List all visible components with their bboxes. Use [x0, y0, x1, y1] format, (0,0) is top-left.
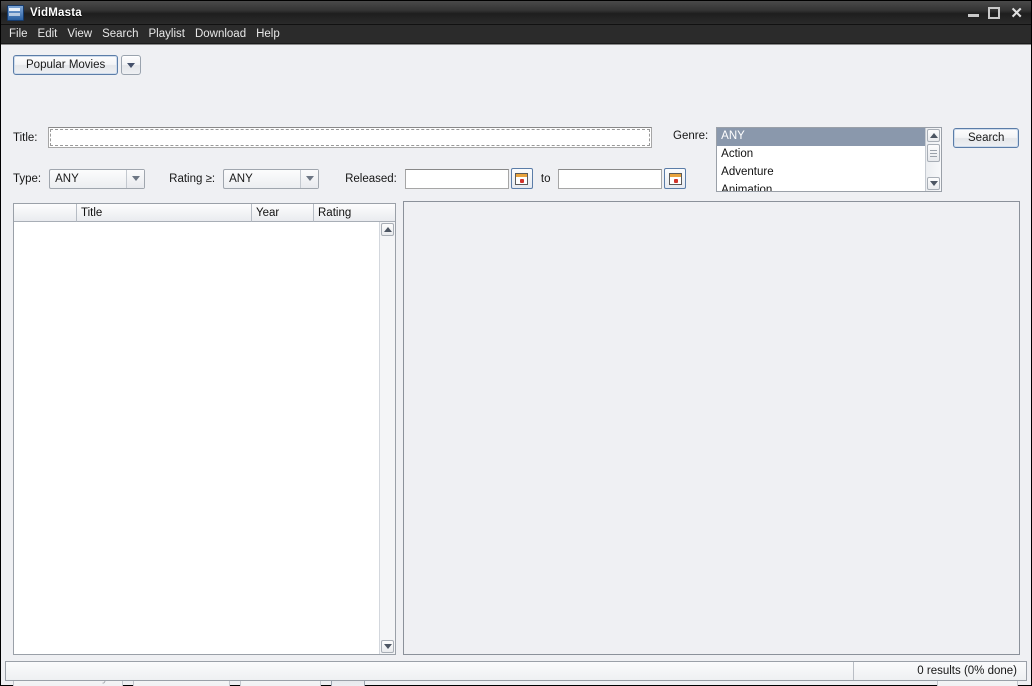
- rating-select[interactable]: ANY: [223, 169, 319, 189]
- genre-option-list: ANY Action Adventure Animation: [717, 128, 925, 191]
- menu-item-edit[interactable]: Edit: [38, 27, 64, 42]
- minimize-icon[interactable]: [968, 8, 979, 19]
- rating-select-arrow: [300, 170, 318, 188]
- status-message: [6, 662, 854, 680]
- type-select-value: ANY: [50, 173, 126, 185]
- scroll-up-icon[interactable]: [381, 223, 394, 236]
- genre-scrollbar-thumb[interactable]: [927, 144, 940, 162]
- maximize-icon[interactable]: [988, 7, 1000, 19]
- close-icon[interactable]: ✕: [1010, 6, 1023, 21]
- genre-filter: Genre: ANY Action Adventure Animation: [673, 127, 942, 192]
- menu-bar: File Edit View Search Playlist Download …: [1, 25, 1031, 44]
- column-header-blank[interactable]: [14, 204, 77, 222]
- released-label: Released:: [345, 173, 397, 185]
- menu-item-search[interactable]: Search: [102, 27, 144, 42]
- status-results-count: 0 results (0% done): [854, 662, 1026, 680]
- results-scrollbar[interactable]: [379, 222, 395, 654]
- search-button-container: Search: [953, 128, 1019, 148]
- chevron-down-icon: [306, 176, 314, 181]
- genre-label: Genre:: [673, 130, 708, 142]
- results-table-header: Title Year Rating: [14, 204, 395, 222]
- column-header-filler: [380, 204, 395, 222]
- scroll-down-icon[interactable]: [381, 640, 394, 653]
- popular-movies-button[interactable]: Popular Movies: [13, 55, 118, 75]
- released-to-input[interactable]: [558, 169, 662, 189]
- type-select[interactable]: ANY: [49, 169, 145, 189]
- rating-select-value: ANY: [224, 173, 300, 185]
- rating-label: Rating ≥:: [169, 173, 215, 185]
- menu-item-view[interactable]: View: [67, 27, 98, 42]
- popular-movies-dropdown-button[interactable]: [121, 55, 141, 75]
- calendar-icon: [515, 173, 528, 185]
- results-table: Title Year Rating: [13, 203, 396, 655]
- released-from-calendar-button[interactable]: [511, 168, 533, 189]
- window-controls: ✕: [968, 1, 1023, 25]
- genre-option-action[interactable]: Action: [717, 146, 925, 164]
- status-bar: 0 results (0% done): [5, 661, 1027, 681]
- title-label: Title:: [13, 132, 38, 144]
- search-button[interactable]: Search: [953, 128, 1019, 148]
- title-bar: VidMasta ✕: [1, 1, 1031, 25]
- menu-item-download[interactable]: Download: [195, 27, 252, 42]
- genre-option-any[interactable]: ANY: [717, 128, 925, 146]
- title-input[interactable]: [48, 127, 652, 148]
- preview-panel: [403, 201, 1020, 655]
- column-header-title[interactable]: Title: [77, 204, 252, 222]
- menu-item-file[interactable]: File: [9, 27, 34, 42]
- application-window: VidMasta ✕ File Edit View Search Playlis…: [0, 0, 1032, 686]
- genre-option-adventure[interactable]: Adventure: [717, 164, 925, 182]
- column-header-year[interactable]: Year: [252, 204, 314, 222]
- chevron-down-icon: [132, 176, 140, 181]
- genre-scrollbar[interactable]: [925, 128, 941, 191]
- scroll-down-icon[interactable]: [927, 177, 940, 190]
- released-to-label: to: [541, 173, 551, 185]
- window-title: VidMasta: [30, 7, 82, 19]
- chevron-down-icon: [127, 63, 135, 68]
- genre-option-animation[interactable]: Animation: [717, 182, 925, 191]
- film-strip-icon: [7, 5, 24, 21]
- toolbar: Popular Movies: [13, 55, 141, 75]
- type-select-arrow: [126, 170, 144, 188]
- results-table-body-wrap: [14, 222, 395, 654]
- menu-item-help[interactable]: Help: [256, 27, 286, 42]
- scroll-up-icon[interactable]: [927, 129, 940, 142]
- results-table-body[interactable]: [14, 222, 379, 654]
- filters-row: Type: ANY Rating ≥: ANY Released: to: [13, 168, 686, 189]
- genre-listbox[interactable]: ANY Action Adventure Animation: [716, 127, 942, 192]
- title-filter-row: Title:: [13, 127, 652, 148]
- main-content: Popular Movies Title: Type: ANY Rating ≥…: [1, 44, 1031, 685]
- column-header-rating[interactable]: Rating: [314, 204, 380, 222]
- type-label: Type:: [13, 173, 41, 185]
- released-from-input[interactable]: [405, 169, 509, 189]
- menu-item-playlist[interactable]: Playlist: [149, 27, 191, 42]
